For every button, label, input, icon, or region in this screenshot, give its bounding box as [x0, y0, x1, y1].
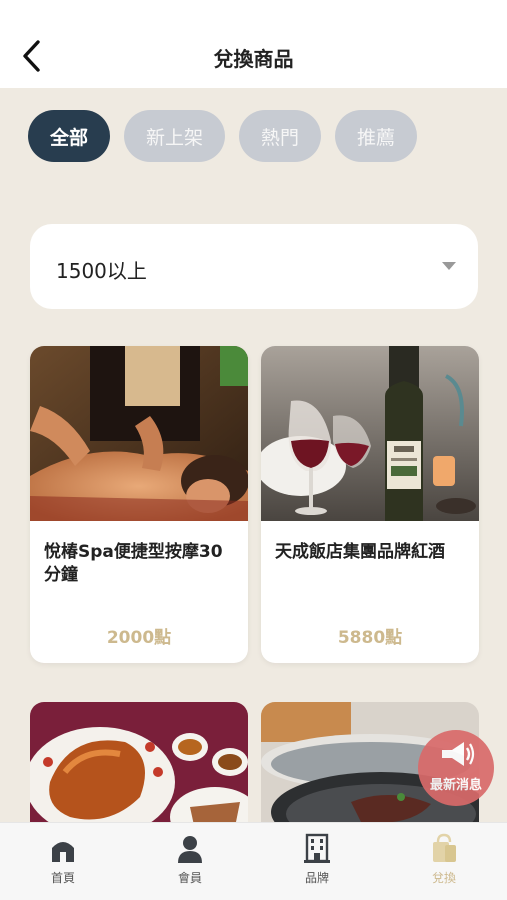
product-points: 5880點	[337, 628, 403, 648]
nav-member[interactable]: 會員	[150, 831, 230, 886]
product-image-wine	[261, 346, 479, 521]
bottom-nav: 首頁 會員 品牌 兌換	[0, 822, 507, 900]
product-card[interactable]: 悅椿Spa便捷型按摩30分鐘 2000點	[30, 346, 248, 663]
building-icon	[304, 833, 330, 863]
nav-redeem[interactable]: 兌換	[404, 831, 484, 886]
points-filter-value: 1500以上	[56, 259, 147, 283]
shopping-bag-icon	[433, 833, 456, 862]
latest-news-button[interactable]: 最新消息	[418, 730, 494, 806]
page-title: 兌換商品	[213, 47, 294, 71]
nav-redeem-label: 兌換	[431, 871, 456, 885]
product-name: 悅椿Spa便捷型按摩30分鐘	[44, 542, 223, 585]
caret-down-icon	[442, 262, 456, 270]
nav-home-label: 首頁	[50, 871, 75, 885]
tab-new[interactable]: 新上架	[124, 110, 226, 162]
product-card[interactable]	[30, 702, 248, 832]
product-image-spa	[30, 346, 248, 521]
points-filter-dropdown[interactable]: 1500以上	[30, 224, 478, 309]
tab-all[interactable]: 全部	[28, 110, 111, 162]
tab-hot[interactable]: 熱門	[239, 110, 322, 162]
nav-home[interactable]: 首頁	[23, 831, 103, 886]
nav-member-label: 會員	[177, 871, 202, 885]
product-card[interactable]: 天成飯店集團品牌紅酒 5880點	[261, 346, 479, 663]
home-icon	[52, 842, 74, 862]
tab-recommended[interactable]: 推薦	[335, 110, 418, 162]
top-bar: 兌換商品	[0, 0, 507, 88]
nav-brand[interactable]: 品牌	[277, 831, 357, 886]
nav-brand-label: 品牌	[304, 871, 329, 885]
category-tabs: 全部 新上架 熱門 推薦	[28, 110, 418, 162]
user-icon	[178, 836, 202, 863]
latest-news-label: 最新消息	[429, 778, 482, 793]
product-image-roast-duck	[30, 702, 248, 832]
megaphone-icon	[442, 742, 475, 766]
product-name: 天成飯店集團品牌紅酒	[275, 542, 445, 562]
product-points: 2000點	[106, 628, 172, 648]
